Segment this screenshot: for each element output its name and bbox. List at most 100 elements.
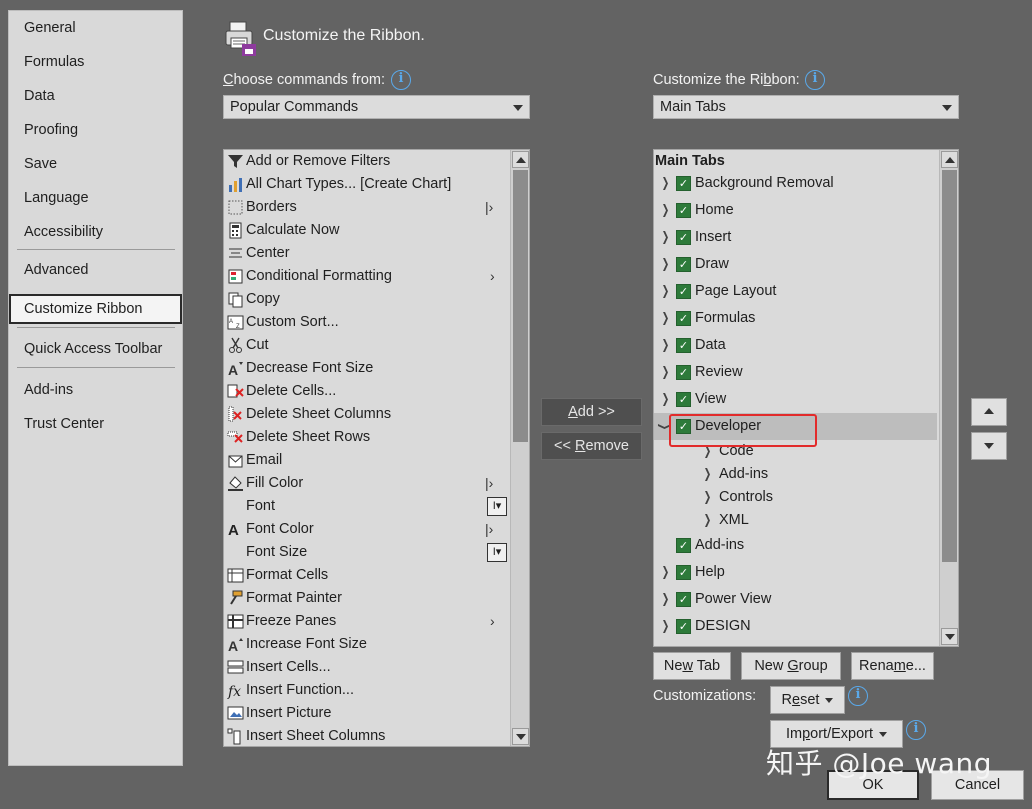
chevron-right-icon[interactable]: ❯ [662, 197, 670, 224]
list-item[interactable]: Calculate Now [224, 219, 510, 242]
tree-item-add-ins[interactable]: ❯ Add-ins [654, 463, 940, 486]
checkbox-checked[interactable]: ✓ [676, 538, 691, 553]
chevron-right-icon[interactable]: ❯ [662, 586, 670, 613]
nav-item-accessibility[interactable]: Accessibility [9, 217, 182, 247]
chevron-right-icon[interactable]: ❯ [662, 559, 670, 586]
commands-list[interactable]: Insert Sheet Columns Insert Picture fx Inse… [223, 149, 530, 747]
rename-button[interactable]: Rename... [851, 652, 934, 680]
add-button[interactable]: Add >> [541, 398, 642, 426]
list-item[interactable]: Add or Remove Filters [224, 150, 510, 173]
chevron-right-icon[interactable]: ❯ [704, 463, 712, 486]
tree-item-insert[interactable]: ❯ ✓ Insert [654, 224, 940, 251]
ribbon-tabs-tree[interactable]: ❯ ✓ Background Removal ❯ ✓ Home ❯ ✓ Insert ❯ ✓ Draw… [653, 149, 959, 647]
list-item[interactable]: Freeze Panes › [224, 610, 510, 633]
checkbox-checked[interactable]: ✓ [676, 176, 691, 191]
tree-item-view[interactable]: ❯ ✓ View [654, 386, 940, 413]
commands-scrollbar[interactable] [510, 150, 529, 746]
info-icon[interactable]: i [848, 686, 868, 706]
list-item[interactable]: A Decrease Font Size [224, 357, 510, 380]
checkbox-checked[interactable]: ✓ [676, 619, 691, 634]
chevron-right-icon[interactable]: ❯ [662, 305, 670, 332]
list-item[interactable]: Conditional Formatting › [224, 265, 510, 288]
tree-item-controls[interactable]: ❯ Controls [654, 486, 940, 509]
list-item[interactable]: Font Size I▾ [224, 541, 510, 564]
list-item[interactable]: A Z Custom Sort... [224, 311, 510, 334]
chevron-right-icon[interactable]: ❯ [662, 332, 670, 359]
checkbox-checked[interactable]: ✓ [676, 365, 691, 380]
customize-ribbon-dropdown[interactable]: Main Tabs [653, 95, 959, 119]
list-item[interactable]: Format Painter [224, 587, 510, 610]
checkbox-checked[interactable]: ✓ [676, 257, 691, 272]
nav-item-formulas[interactable]: Formulas [9, 47, 182, 77]
chevron-right-icon[interactable]: ❯ [662, 359, 670, 386]
chevron-right-icon[interactable]: ❯ [662, 224, 670, 251]
list-item[interactable]: Email [224, 449, 510, 472]
list-item[interactable]: Insert Sheet Columns [224, 725, 510, 746]
scroll-down-button[interactable] [512, 728, 529, 745]
tree-item-home[interactable]: ❯ ✓ Home [654, 197, 940, 224]
list-item[interactable]: Copy [224, 288, 510, 311]
list-item[interactable]: Borders |› [224, 196, 510, 219]
list-item[interactable]: Delete Cells... [224, 380, 510, 403]
nav-item-add-ins[interactable]: Add-ins [9, 375, 182, 405]
nav-item-trust-center[interactable]: Trust Center [9, 409, 182, 439]
scroll-down-button[interactable] [941, 628, 958, 645]
list-item[interactable]: Center [224, 242, 510, 265]
nav-item-advanced[interactable]: Advanced [9, 255, 182, 285]
scroll-thumb[interactable] [942, 170, 957, 562]
checkbox-checked[interactable]: ✓ [676, 565, 691, 580]
tree-item-design[interactable]: ❯ ✓ DESIGN [654, 613, 940, 640]
list-item[interactable]: All Chart Types... [Create Chart] [224, 173, 510, 196]
scroll-thumb[interactable] [513, 170, 528, 442]
scroll-up-button[interactable] [941, 151, 958, 168]
checkbox-checked[interactable]: ✓ [676, 284, 691, 299]
list-item[interactable]: Insert Cells... [224, 656, 510, 679]
nav-item-data[interactable]: Data [9, 81, 182, 111]
tree-item-page-layout[interactable]: ❯ ✓ Page Layout [654, 278, 940, 305]
tree-item-add-ins[interactable]: ✓ Add-ins [654, 532, 940, 559]
scroll-up-button[interactable] [512, 151, 529, 168]
list-item[interactable]: Fill Color |› [224, 472, 510, 495]
tree-item-formulas[interactable]: ❯ ✓ Formulas [654, 305, 940, 332]
list-item[interactable]: A Increase Font Size [224, 633, 510, 656]
checkbox-checked[interactable]: ✓ [676, 592, 691, 607]
tree-scrollbar[interactable] [939, 150, 958, 646]
nav-item-general[interactable]: General [9, 13, 182, 43]
list-item[interactable]: Font I▾ [224, 495, 510, 518]
choose-commands-dropdown[interactable]: Popular Commands [223, 95, 530, 119]
tree-item-data[interactable]: ❯ ✓ Data [654, 332, 940, 359]
checkbox-checked[interactable]: ✓ [676, 203, 691, 218]
chevron-right-icon[interactable]: ❯ [662, 251, 670, 278]
move-up-button[interactable] [971, 398, 1007, 426]
new-group-button[interactable]: New Group [741, 652, 841, 680]
list-item[interactable]: Delete Sheet Rows [224, 426, 510, 449]
nav-item-quick-access-toolbar[interactable]: Quick Access Toolbar [9, 334, 182, 364]
move-down-button[interactable] [971, 432, 1007, 460]
nav-item-save[interactable]: Save [9, 149, 182, 179]
tree-item-power-view[interactable]: ❯ ✓ Power View [654, 586, 940, 613]
remove-button[interactable]: << Remove [541, 432, 642, 460]
info-icon[interactable]: i [805, 70, 825, 90]
chevron-right-icon[interactable]: ❯ [662, 170, 670, 197]
info-icon[interactable]: i [391, 70, 411, 90]
nav-item-customize-ribbon[interactable]: Customize Ribbon [9, 294, 182, 324]
list-item[interactable]: Cut [224, 334, 510, 357]
chevron-right-icon[interactable]: ❯ [704, 509, 712, 532]
tree-item-review[interactable]: ❯ ✓ Review [654, 359, 940, 386]
tree-item-xml[interactable]: ❯ XML [654, 509, 940, 532]
chevron-right-icon[interactable]: ❯ [662, 386, 670, 413]
checkbox-checked[interactable]: ✓ [676, 338, 691, 353]
chevron-right-icon[interactable]: ❯ [662, 278, 670, 305]
tree-item-help[interactable]: ❯ ✓ Help [654, 559, 940, 586]
list-item[interactable]: fx Insert Function... [224, 679, 510, 702]
checkbox-checked[interactable]: ✓ [676, 230, 691, 245]
list-item[interactable]: Delete Sheet Columns [224, 403, 510, 426]
chevron-right-icon[interactable]: ❯ [662, 613, 670, 640]
nav-item-language[interactable]: Language [9, 183, 182, 213]
list-item[interactable]: A Font Color |› [224, 518, 510, 541]
tree-item-draw[interactable]: ❯ ✓ Draw [654, 251, 940, 278]
new-tab-button[interactable]: New Tab [653, 652, 731, 680]
checkbox-checked[interactable]: ✓ [676, 392, 691, 407]
nav-item-proofing[interactable]: Proofing [9, 115, 182, 145]
tree-item-background-removal[interactable]: ❯ ✓ Background Removal [654, 170, 940, 197]
